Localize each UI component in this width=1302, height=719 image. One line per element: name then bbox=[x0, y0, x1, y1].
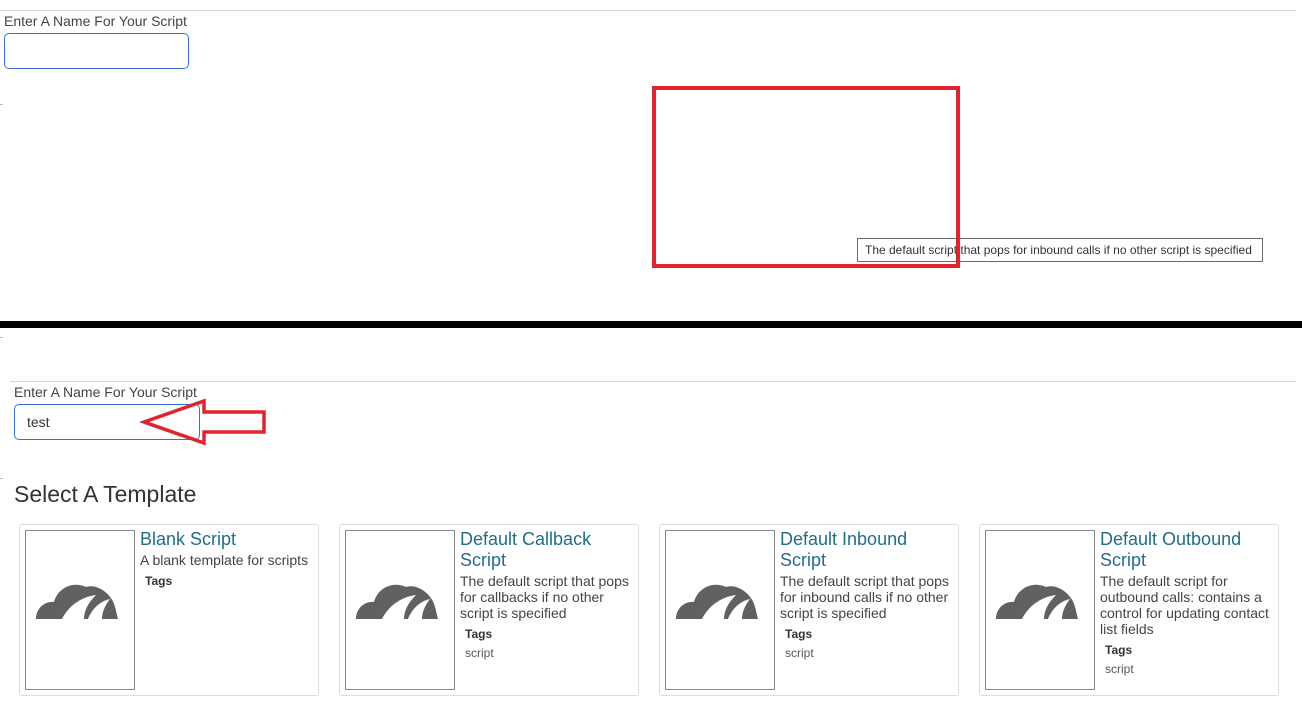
template-description: The default script that pops for callbac… bbox=[460, 573, 629, 621]
tag-item: script bbox=[465, 646, 494, 660]
top-separator bbox=[0, 10, 1296, 11]
script-name-label: Enter A Name For Your Script bbox=[4, 13, 187, 29]
cloud-road-logo-icon bbox=[356, 584, 438, 619]
template-title[interactable]: Default Outbound Script bbox=[1100, 529, 1272, 571]
edge-tick bbox=[0, 104, 3, 105]
template-description: A blank template for scripts bbox=[140, 552, 309, 568]
panel-divider bbox=[0, 321, 1302, 328]
template-thumbnail bbox=[25, 530, 135, 690]
template-thumbnail bbox=[665, 530, 775, 690]
edge-tick bbox=[0, 478, 3, 479]
template-description: The default script that pops for inbound… bbox=[780, 573, 949, 621]
tags-label: Tags bbox=[465, 627, 493, 641]
select-template-heading: Select A Template bbox=[14, 481, 197, 507]
template-card-default-callback[interactable]: Default Callback Script The default scri… bbox=[339, 524, 639, 696]
template-card-default-outbound[interactable]: Default Outbound Script The default scri… bbox=[979, 524, 1279, 696]
template-description: The default script for outbound calls: c… bbox=[1100, 573, 1269, 637]
tags-label: Tags bbox=[145, 574, 173, 588]
template-thumbnail bbox=[345, 530, 455, 690]
template-title[interactable]: Blank Script bbox=[140, 529, 312, 550]
template-title[interactable]: Default Callback Script bbox=[460, 529, 632, 571]
tag-item: script bbox=[1105, 662, 1134, 676]
tag-item: script bbox=[785, 646, 814, 660]
cloud-road-logo-icon bbox=[676, 584, 758, 619]
edge-tick bbox=[0, 337, 3, 338]
red-arrow-icon bbox=[140, 398, 266, 446]
script-name-input[interactable] bbox=[4, 33, 189, 69]
tags-label: Tags bbox=[785, 627, 813, 641]
template-thumbnail bbox=[985, 530, 1095, 690]
template-card-blank[interactable]: Blank Script A blank template for script… bbox=[19, 524, 319, 696]
bottom-separator bbox=[10, 381, 1296, 382]
cloud-road-logo-icon bbox=[36, 584, 118, 619]
highlight-box bbox=[652, 86, 960, 268]
template-card-default-inbound[interactable]: Default Inbound Script The default scrip… bbox=[659, 524, 959, 696]
template-title[interactable]: Default Inbound Script bbox=[780, 529, 952, 571]
tags-label: Tags bbox=[1105, 643, 1133, 657]
cloud-road-logo-icon bbox=[996, 584, 1078, 619]
